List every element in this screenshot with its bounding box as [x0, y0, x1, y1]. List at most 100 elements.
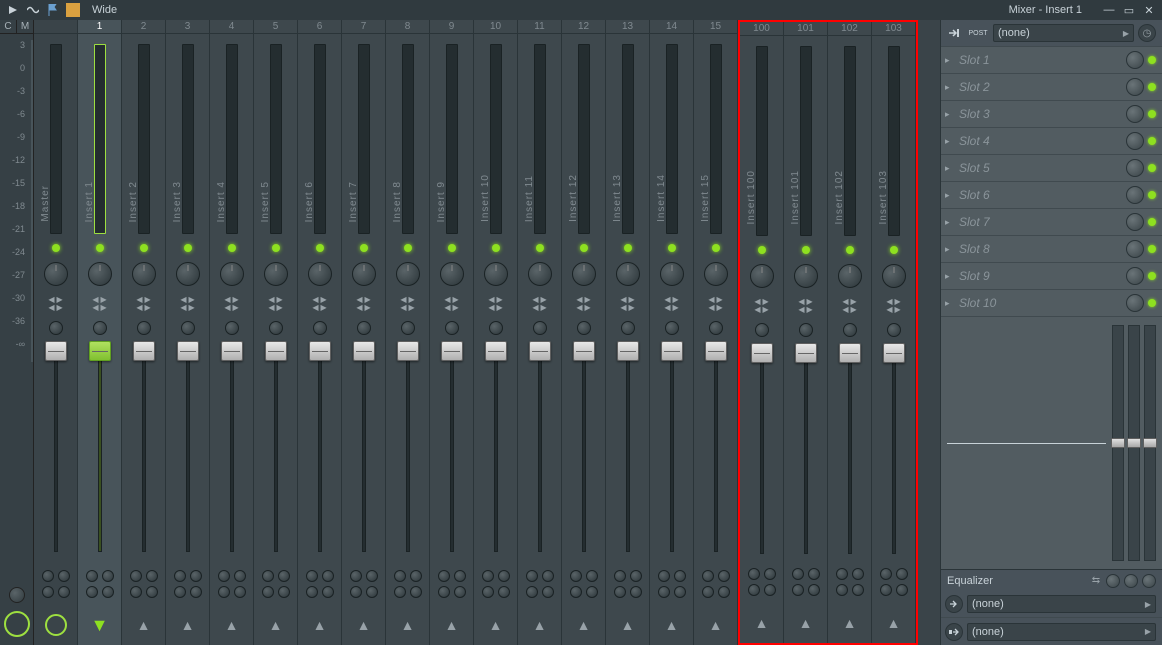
pan-knob[interactable]	[44, 262, 68, 286]
volume-fader[interactable]	[494, 342, 498, 552]
swap-channels[interactable]	[621, 321, 635, 335]
fx-enable[interactable]	[174, 570, 186, 582]
fader-cap[interactable]	[89, 341, 111, 361]
stereo-sep-control[interactable]: ◀▶◀▶	[606, 290, 649, 318]
swap-channels[interactable]	[269, 321, 283, 335]
swap-channels[interactable]	[49, 321, 63, 335]
fx-mix-knob[interactable]	[1126, 294, 1144, 312]
mute-led[interactable]	[96, 244, 104, 252]
dock-right[interactable]	[852, 584, 864, 596]
fader-cap[interactable]	[617, 341, 639, 361]
volume-fader[interactable]	[450, 342, 454, 552]
fx-enable-led[interactable]	[1148, 272, 1156, 280]
pan-knob[interactable]	[660, 262, 684, 286]
play-icon[interactable]	[6, 3, 20, 17]
fader-cap[interactable]	[529, 341, 551, 361]
record-arm[interactable]	[674, 570, 686, 582]
mixer-track[interactable]: 12Insert 12◀▶◀▶▲	[562, 20, 606, 645]
master-track-btn[interactable]: M	[17, 20, 33, 33]
pan-knob[interactable]	[352, 262, 376, 286]
mixer-track[interactable]: 13Insert 13◀▶◀▶▲	[606, 20, 650, 645]
fx-mix-knob[interactable]	[1126, 186, 1144, 204]
send-indicator[interactable]: ▲	[122, 605, 165, 645]
output-icon-2[interactable]	[945, 623, 963, 641]
pan-knob[interactable]	[616, 262, 640, 286]
mute-led[interactable]	[580, 244, 588, 252]
record-arm[interactable]	[146, 570, 158, 582]
volume-fader[interactable]	[230, 342, 234, 552]
volume-fader[interactable]	[54, 342, 58, 552]
stereo-sep-control[interactable]: ◀▶◀▶	[166, 290, 209, 318]
dock-left[interactable]	[880, 584, 892, 596]
mute-led[interactable]	[536, 244, 544, 252]
pan-knob[interactable]	[794, 264, 818, 288]
fader-cap[interactable]	[265, 341, 287, 361]
mixer-track[interactable]: 14Insert 14◀▶◀▶▲	[650, 20, 694, 645]
stereo-sep-control[interactable]: ◀▶◀▶	[872, 292, 915, 320]
pan-knob[interactable]	[264, 262, 288, 286]
pan-knob[interactable]	[572, 262, 596, 286]
stereo-sep-control[interactable]: ◀▶◀▶	[122, 290, 165, 318]
fx-enable[interactable]	[748, 568, 760, 580]
fader-cap[interactable]	[177, 341, 199, 361]
fader-cap[interactable]	[883, 343, 905, 363]
pan-knob[interactable]	[882, 264, 906, 288]
fx-slot[interactable]: ▸Slot 4	[941, 128, 1162, 155]
scale-small-knob[interactable]	[9, 587, 25, 603]
fader-cap[interactable]	[795, 343, 817, 363]
maximize-button[interactable]: ▭	[1122, 3, 1136, 17]
dock-right[interactable]	[630, 586, 642, 598]
dock-right[interactable]	[146, 586, 158, 598]
mixer-track[interactable]: 100Insert 100◀▶◀▶▲	[740, 22, 784, 643]
mixer-track[interactable]: 8Insert 8◀▶◀▶▲	[386, 20, 430, 645]
current-track-btn[interactable]: C	[0, 20, 17, 33]
send-indicator[interactable]: ▲	[606, 605, 649, 645]
record-arm[interactable]	[896, 568, 908, 580]
stereo-sep-control[interactable]: ◀▶◀▶	[828, 292, 871, 320]
mixer-track[interactable]: 1Insert 1◀▶◀▶▼	[78, 20, 122, 645]
send-indicator[interactable]: ▲	[474, 605, 517, 645]
dock-left[interactable]	[836, 584, 848, 596]
send-indicator[interactable]: ▲	[828, 603, 871, 643]
send-indicator[interactable]: ▲	[430, 605, 473, 645]
send-indicator[interactable]: ▲	[210, 605, 253, 645]
dock-left[interactable]	[658, 586, 670, 598]
dock-right[interactable]	[234, 586, 246, 598]
swap-channels[interactable]	[887, 323, 901, 337]
dock-left[interactable]	[86, 586, 98, 598]
fader-cap[interactable]	[309, 341, 331, 361]
send-indicator[interactable]: ▲	[872, 603, 915, 643]
mute-led[interactable]	[668, 244, 676, 252]
dock-left[interactable]	[438, 586, 450, 598]
fx-enable-led[interactable]	[1148, 164, 1156, 172]
pan-knob[interactable]	[396, 262, 420, 286]
volume-fader[interactable]	[804, 344, 808, 554]
eq-display[interactable]	[941, 317, 1162, 569]
record-arm[interactable]	[58, 570, 70, 582]
fx-enable-led[interactable]	[1148, 110, 1156, 118]
send-indicator[interactable]: ▲	[740, 603, 783, 643]
send-indicator[interactable]: ▼	[78, 605, 121, 645]
mixer-track[interactable]: 102Insert 102◀▶◀▶▲	[828, 22, 872, 643]
dock-left[interactable]	[526, 586, 538, 598]
mute-led[interactable]	[712, 244, 720, 252]
fx-slot[interactable]: ▸Slot 6	[941, 182, 1162, 209]
pan-knob[interactable]	[132, 262, 156, 286]
mute-led[interactable]	[758, 246, 766, 254]
fx-enable[interactable]	[836, 568, 848, 580]
fx-enable[interactable]	[792, 568, 804, 580]
mute-led[interactable]	[492, 244, 500, 252]
fx-enable[interactable]	[218, 570, 230, 582]
mute-led[interactable]	[140, 244, 148, 252]
fader-cap[interactable]	[573, 341, 595, 361]
fx-enable[interactable]	[614, 570, 626, 582]
fx-enable[interactable]	[702, 570, 714, 582]
dock-right[interactable]	[498, 586, 510, 598]
pan-knob[interactable]	[704, 262, 728, 286]
swap-channels[interactable]	[313, 321, 327, 335]
fx-slot[interactable]: ▸Slot 1	[941, 47, 1162, 74]
mixer-track[interactable]: 15Insert 15◀▶◀▶▲	[694, 20, 738, 645]
volume-fader[interactable]	[892, 344, 896, 554]
dock-right[interactable]	[454, 586, 466, 598]
layout-selector[interactable]	[66, 3, 80, 17]
